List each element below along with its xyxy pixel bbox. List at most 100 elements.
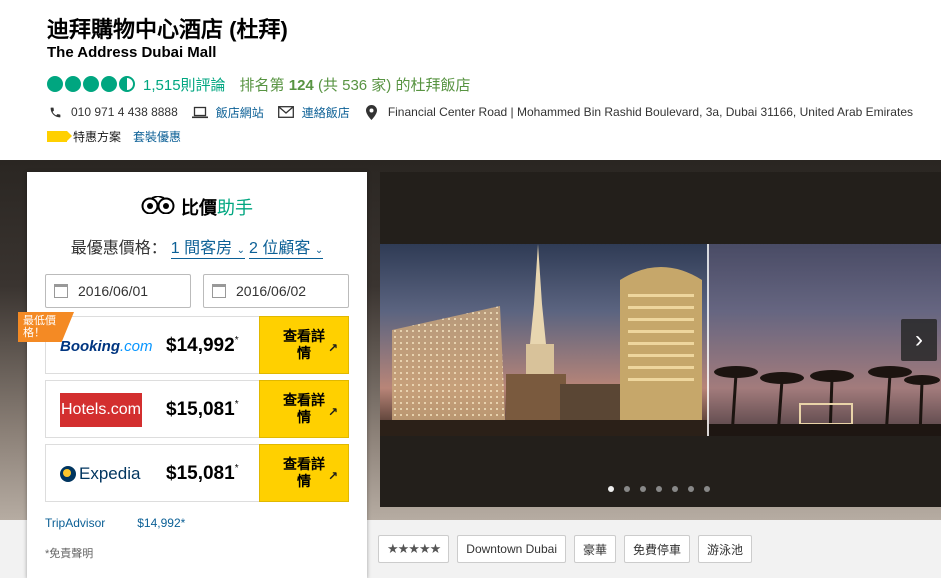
hotel-name: 迪拜購物中心酒店 (杜拜): [47, 17, 288, 42]
rooms-select[interactable]: 1 間客房 ⌄: [170, 234, 245, 259]
deal-tag-icon: [47, 130, 72, 142]
address-item: Financial Center Road | Mohammed Bin Ras…: [364, 104, 913, 120]
view-deal-button[interactable]: 查看詳情 ↗: [259, 380, 349, 438]
amenity-tag[interactable]: 豪華: [574, 535, 617, 563]
photo-divider: [707, 244, 709, 436]
price-compare-widget: 比價 助手 最優惠價格： 1 間客房 ⌄ 2 位顧客 ⌄ 2016/06/01 …: [18, 172, 367, 578]
widget-title-green: 助手: [217, 198, 253, 218]
booking-logo-main: Booking: [60, 337, 120, 355]
star-rating-icon: ★★★★★: [387, 541, 441, 556]
hotel-photo-illustration: [380, 244, 941, 436]
best-price-label: 最優惠價格：: [70, 240, 167, 257]
offer-price-mark: *: [234, 399, 239, 410]
rating-bubbles[interactable]: [47, 76, 137, 92]
carousel-dot[interactable]: [640, 486, 646, 492]
address-text: Financial Center Road | Mohammed Bin Ras…: [387, 105, 913, 119]
disclaimer-link[interactable]: *免責聲明: [45, 545, 93, 561]
widget-title-bold: 比價: [181, 198, 217, 218]
view-deal-button[interactable]: 查看詳情 ↗: [259, 444, 349, 502]
rating-half-bubble-icon: [119, 76, 135, 92]
rating-row: 1,515則評論 排名第 124 (共 536 家) 的杜拜飯店: [47, 74, 470, 94]
amenity-tag[interactable]: 游泳池: [698, 535, 753, 563]
calendar-icon: [54, 284, 68, 298]
guests-value: 2 位顧客: [249, 240, 311, 257]
guests-select[interactable]: 2 位顧客 ⌄: [249, 234, 324, 259]
rating-bubble-icon: [47, 76, 63, 92]
external-arrow-icon: ↗: [327, 341, 338, 355]
hotel-header: 迪拜購物中心酒店 (杜拜) The Address Dubai Mall 1,5…: [0, 0, 941, 160]
carousel-dot[interactable]: [656, 486, 662, 492]
offer-price: $14,992*: [166, 335, 239, 357]
expedia-globe-icon: [60, 466, 76, 482]
tripadvisor-price-row[interactable]: TripAdvisor $14,992*: [45, 516, 185, 530]
carousel-dot[interactable]: [704, 486, 710, 492]
carousel-dot[interactable]: [688, 486, 694, 492]
next-photo-button[interactable]: ›: [901, 319, 937, 361]
tripadvisor-price: $14,992*: [137, 516, 186, 530]
amenity-tag[interactable]: 免費停車: [624, 535, 691, 563]
booking-logo: Booking.com: [60, 329, 153, 363]
ranking-text[interactable]: 排名第 124 (共 536 家) 的杜拜飯店: [240, 74, 471, 95]
rating-bubble-icon: [83, 76, 99, 92]
map-pin-icon: [364, 104, 380, 120]
tripadvisor-label: TripAdvisor: [45, 516, 106, 530]
offer-price-mark: *: [234, 335, 239, 346]
star-rating-tag[interactable]: ★★★★★: [378, 535, 450, 563]
view-deal-label: 查看詳情: [283, 456, 325, 489]
offer-row[interactable]: Hotels.com $15,081* 查看詳情 ↗: [45, 380, 349, 438]
external-arrow-icon: ↗: [327, 405, 338, 419]
hotel-subname: The Address Dubai Mall: [47, 44, 217, 61]
offer-price: $15,081*: [166, 399, 239, 421]
phone-icon: [47, 104, 63, 120]
offer-price-value: $15,081: [166, 399, 235, 420]
expedia-logo-text: Expedia: [79, 464, 141, 483]
chevron-right-icon: ›: [915, 326, 923, 353]
phone-number[interactable]: 010 971 4 438 8888: [71, 105, 178, 119]
amenity-tag[interactable]: Downtown Dubai: [457, 535, 566, 563]
rating-bubble-icon: [101, 76, 117, 92]
booking-logo-suffix: .com: [120, 337, 153, 355]
website-link[interactable]: 飯店網站: [216, 104, 264, 121]
offer-row[interactable]: Booking.com $14,992* 查看詳情 ↗: [45, 316, 349, 374]
checkout-date-value: 2016/06/02: [236, 283, 307, 299]
laptop-icon: [191, 104, 208, 120]
rating-bubble-icon: [65, 76, 81, 92]
envelope-icon: [277, 104, 294, 120]
widget-title: 比價 助手: [27, 194, 367, 220]
external-arrow-icon: ↗: [327, 469, 338, 483]
offer-row[interactable]: Expedia $15,081* 查看詳情 ↗: [45, 444, 349, 502]
hotel-photo[interactable]: [380, 244, 941, 436]
photo-carousel[interactable]: ›: [380, 172, 941, 507]
view-deal-label: 查看詳情: [283, 392, 325, 425]
offer-price-mark: *: [234, 463, 239, 474]
offer-price: $15,081*: [166, 463, 239, 485]
phone-item: 010 971 4 438 8888: [47, 104, 178, 120]
contact-hotel-link[interactable]: 連絡飯店: [302, 104, 350, 121]
offer-price-value: $14,992: [166, 335, 235, 356]
amenity-tags: ★★★★★ Downtown Dubai 豪華 免費停車 游泳池: [378, 535, 760, 563]
carousel-dot[interactable]: [608, 486, 614, 492]
deal-row: 特惠方案 套裝優惠: [47, 126, 181, 146]
carousel-dot[interactable]: [624, 486, 630, 492]
tripadvisor-owl-icon: [141, 194, 175, 219]
hotels-com-logo: Hotels.com: [60, 393, 142, 427]
package-deal-link[interactable]: 套裝優惠: [133, 128, 181, 145]
rank-suffix: (共 536 家) 的杜拜飯店: [317, 76, 471, 94]
checkout-date-input[interactable]: 2016/06/02: [203, 274, 349, 308]
contact-row: 010 971 4 438 8888 飯店網站 連絡飯店 Financial C…: [47, 102, 927, 122]
offer-price-value: $15,081: [166, 463, 235, 484]
expedia-logo: Expedia: [60, 457, 142, 491]
chevron-down-icon: ⌄: [314, 245, 324, 256]
rank-prefix: 排名第: [239, 76, 285, 94]
checkin-date-value: 2016/06/01: [78, 283, 149, 299]
rooms-value: 1 間客房: [170, 240, 233, 257]
special-offer-label[interactable]: 特惠方案: [73, 128, 121, 145]
email-item[interactable]: 連絡飯店: [277, 104, 350, 121]
review-count-link[interactable]: 1,515則評論: [143, 74, 226, 95]
website-item[interactable]: 飯店網站: [191, 104, 264, 121]
carousel-dot[interactable]: [672, 486, 678, 492]
view-deal-button[interactable]: 查看詳情 ↗: [259, 316, 349, 374]
hotels-com-logo-text: Hotels.com: [60, 393, 142, 427]
rank-number: 124: [288, 76, 314, 94]
checkin-date-input[interactable]: 2016/06/01: [45, 274, 191, 308]
